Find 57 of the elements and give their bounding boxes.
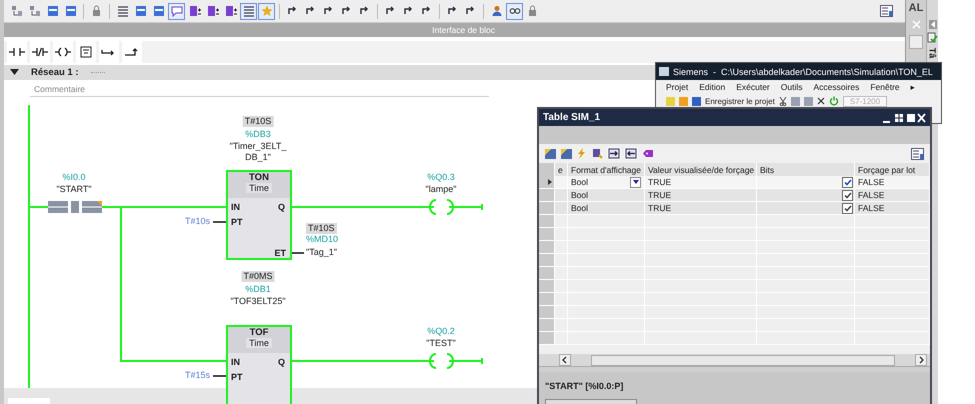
elapsed-tag: "Tag_1" [306,247,337,258]
table-cell: Bool [571,177,588,187]
status-text: "START" [%I0.0:P] [545,381,624,391]
coil-address: %Q0.3 [427,172,455,183]
contact-tag: "START" [56,184,92,195]
pin-label: Q [278,202,285,212]
save-project-button[interactable]: Enregistrer le projet [705,96,775,106]
block-subtitle: Time [246,183,272,193]
timer-block[interactable]: TOF Time IN PT Q [226,325,292,404]
preset-time[interactable]: T#15s [184,370,210,381]
elapsed-value: T#10S [306,223,337,234]
table-cell: Bool [571,203,588,213]
window-title: Table SIM_1 [543,112,600,123]
preset-time[interactable]: T#10s [184,216,210,227]
pin-label: ET [274,248,286,258]
comment-field[interactable]: Commentaire [30,82,489,97]
menu-item[interactable]: Accessoires [814,82,860,92]
pin-label: IN [231,202,240,212]
elapsed-address: %MD10 [306,234,338,245]
table-cell: TRUE [648,190,672,200]
coil-tag: "lampe" [426,184,456,195]
block-type: TON [249,172,269,183]
table-row[interactable]: Bool TRUE FALSE [539,202,930,215]
table-cell: FALSE [858,177,884,187]
coil-tag: "TEST" [426,338,456,349]
menu-item[interactable]: Exécuter [736,82,770,92]
window-title: Siemens - C:\Users\abdelkader\Documents\Simulation\TON_EL [673,66,933,76]
table-cell: FALSE [858,203,884,213]
table-row[interactable]: Bool TRUE FALSE [539,189,930,202]
table-cell: TRUE [648,203,672,213]
table-cell: TRUE [648,177,672,187]
pin-label: PT [231,372,243,382]
panel-title: AL [908,2,924,14]
contact-address: %I0.0 [62,172,86,183]
menu-item[interactable]: ▸ [910,82,916,92]
table-cell: FALSE [858,190,884,200]
timer-value: T#0MS [242,271,274,282]
pin-label: PT [231,217,243,227]
db-address: %DB1 [245,284,271,295]
db-address: %DB3 [245,129,271,140]
table-cell: Bool [571,190,588,200]
timer-value: T#10S [242,116,274,127]
menu-item[interactable]: Projet [666,82,688,92]
menu-item[interactable]: Edition [699,82,726,92]
coil-address: %Q0.2 [427,326,455,337]
db-name: "TOF3ELT25" [229,296,287,307]
network-title: Réseau 1 : [31,67,79,78]
db-name: "Timer_3ELT_DB_1" [228,141,288,163]
pin-label: IN [231,357,240,367]
side-tab[interactable]: Tâ [928,48,938,58]
block-subtitle: Time [246,338,272,348]
table-row[interactable]: Bool TRUE FALSE [539,176,930,189]
block-type: TOF [250,327,268,338]
menu-item[interactable]: Fenêtre [870,82,900,92]
menu-item[interactable]: Outils [780,82,802,92]
timer-block[interactable]: TON Time IN PT Q ET [226,170,292,260]
pin-label: Q [278,357,285,367]
